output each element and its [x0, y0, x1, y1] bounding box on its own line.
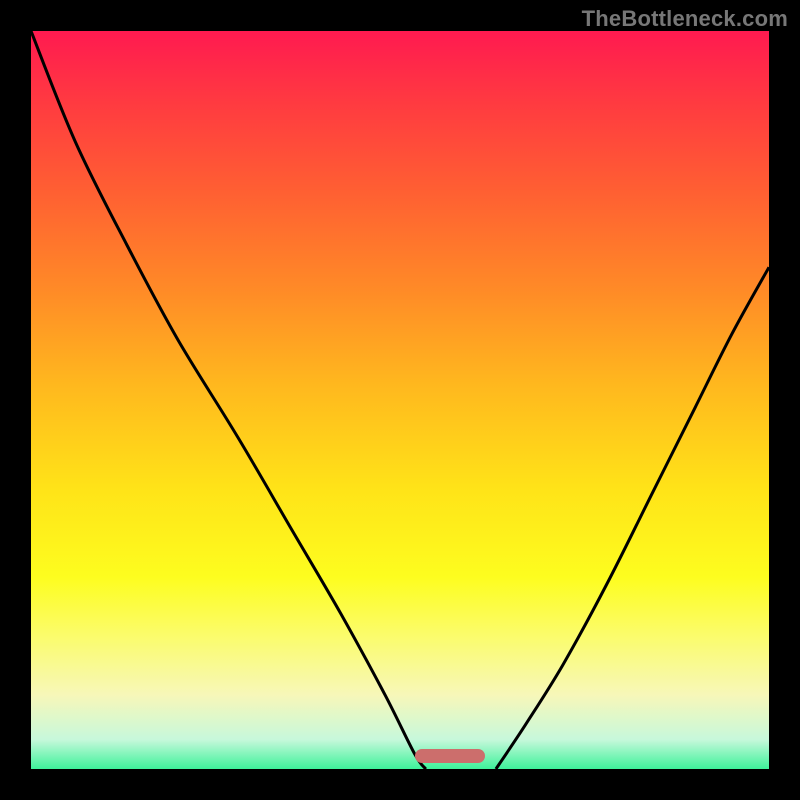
optimal-range-bar	[415, 749, 485, 763]
watermark: TheBottleneck.com	[582, 6, 788, 32]
gradient-plot-area	[31, 31, 769, 769]
chart-frame: TheBottleneck.com	[0, 0, 800, 800]
